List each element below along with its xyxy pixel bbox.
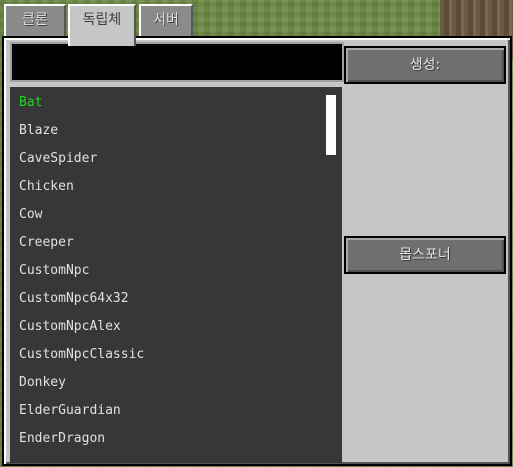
list-item[interactable]: Blaze [19,121,58,141]
list-item[interactable]: Chicken [19,177,74,197]
tab-entity[interactable]: 독립체 [68,4,136,46]
list-item[interactable]: CustomNpc [19,261,89,281]
list-item[interactable]: Donkey [19,373,66,393]
list-item[interactable]: Cow [19,205,42,225]
entity-list[interactable]: Bat Blaze CaveSpider Chicken Cow Creeper Custo… [10,87,342,463]
list-scrollbar[interactable] [326,95,336,155]
entity-panel: Bat Blaze CaveSpider Chicken Cow Creeper Custo… [2,36,512,466]
tab-clone-label: 클론 [22,12,48,28]
list-item[interactable]: CustomNpc64x32 [19,289,129,309]
list-item[interactable]: CustomNpcClassic [19,345,144,365]
list-item[interactable]: CaveSpider [19,149,97,169]
spawn-button[interactable]: 생성: [344,46,506,84]
mob-spawner-button[interactable]: 몹스포너 [344,236,506,274]
tab-server-label: 서버 [153,12,179,28]
list-item[interactable]: CustomNpcAlex [19,317,121,337]
list-item[interactable]: ElderGuardian [19,401,121,421]
list-item[interactable]: EnderDragon [19,429,105,449]
list-item[interactable]: Creeper [19,233,74,253]
search-input[interactable] [10,42,344,82]
tab-entity-label: 독립체 [82,12,122,28]
list-item[interactable]: Bat [19,93,42,113]
